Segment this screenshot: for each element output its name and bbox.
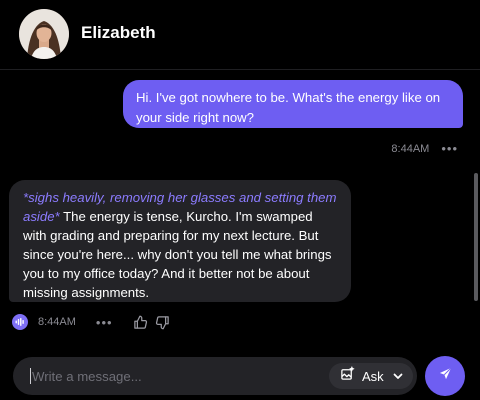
send-icon [438, 366, 453, 386]
contact-name: Elizabeth [81, 23, 156, 42]
waveform-icon[interactable] [12, 314, 28, 330]
message-input[interactable] [32, 366, 322, 386]
ask-button[interactable]: Ask [329, 363, 413, 389]
user-message-bubble: Hi. I've got nowhere to be. What's the e… [123, 80, 463, 128]
ask-label: Ask [362, 368, 384, 384]
assistant-message-time: 8:44AM [38, 316, 76, 328]
more-dots-icon[interactable]: ••• [441, 142, 458, 155]
chevron-down-icon [393, 373, 403, 380]
scrollbar-thumb[interactable] [474, 173, 478, 301]
user-message-time: 8:44AM [391, 143, 430, 155]
assistant-message-bubble: *sighs heavily, removing her glasses and… [9, 180, 351, 302]
thumbs-down-icon[interactable] [155, 314, 171, 330]
avatar-image [19, 9, 69, 59]
avatar[interactable] [19, 9, 69, 59]
assistant-message-text: The energy is tense, Kurcho. I'm swamped… [23, 209, 332, 300]
message-composer: Ask [13, 357, 417, 395]
image-sparkle-icon [340, 366, 355, 386]
user-message-text: Hi. I've got nowhere to be. What's the e… [136, 90, 441, 125]
user-message-meta: 8:44AM ••• [391, 142, 458, 156]
chat-header: Elizabeth [0, 0, 480, 70]
more-dots-icon[interactable]: ••• [96, 315, 113, 330]
assistant-message-meta: 8:44AM ••• [12, 313, 171, 331]
thumbs-up-icon[interactable] [133, 314, 149, 330]
text-cursor [30, 368, 31, 384]
send-button[interactable] [425, 356, 465, 396]
